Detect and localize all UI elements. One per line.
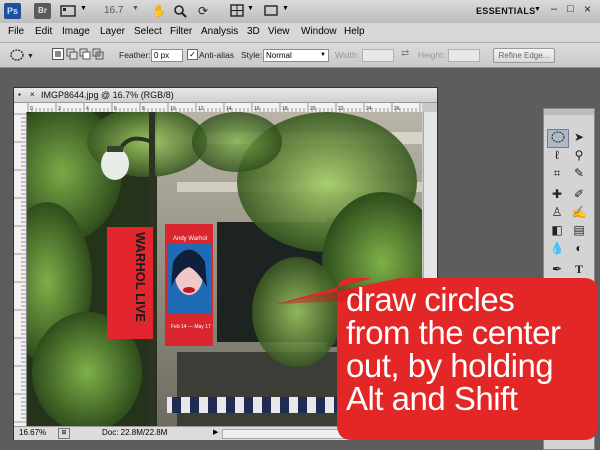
callout-line-4: Alt and Shift (346, 380, 518, 417)
callout-line-3: out, by holding (346, 347, 554, 384)
callout-text: draw circles from the center out, by hol… (346, 283, 596, 415)
callout-line-1: draw circles (346, 281, 515, 318)
callout-line-2: from the center (346, 314, 561, 351)
